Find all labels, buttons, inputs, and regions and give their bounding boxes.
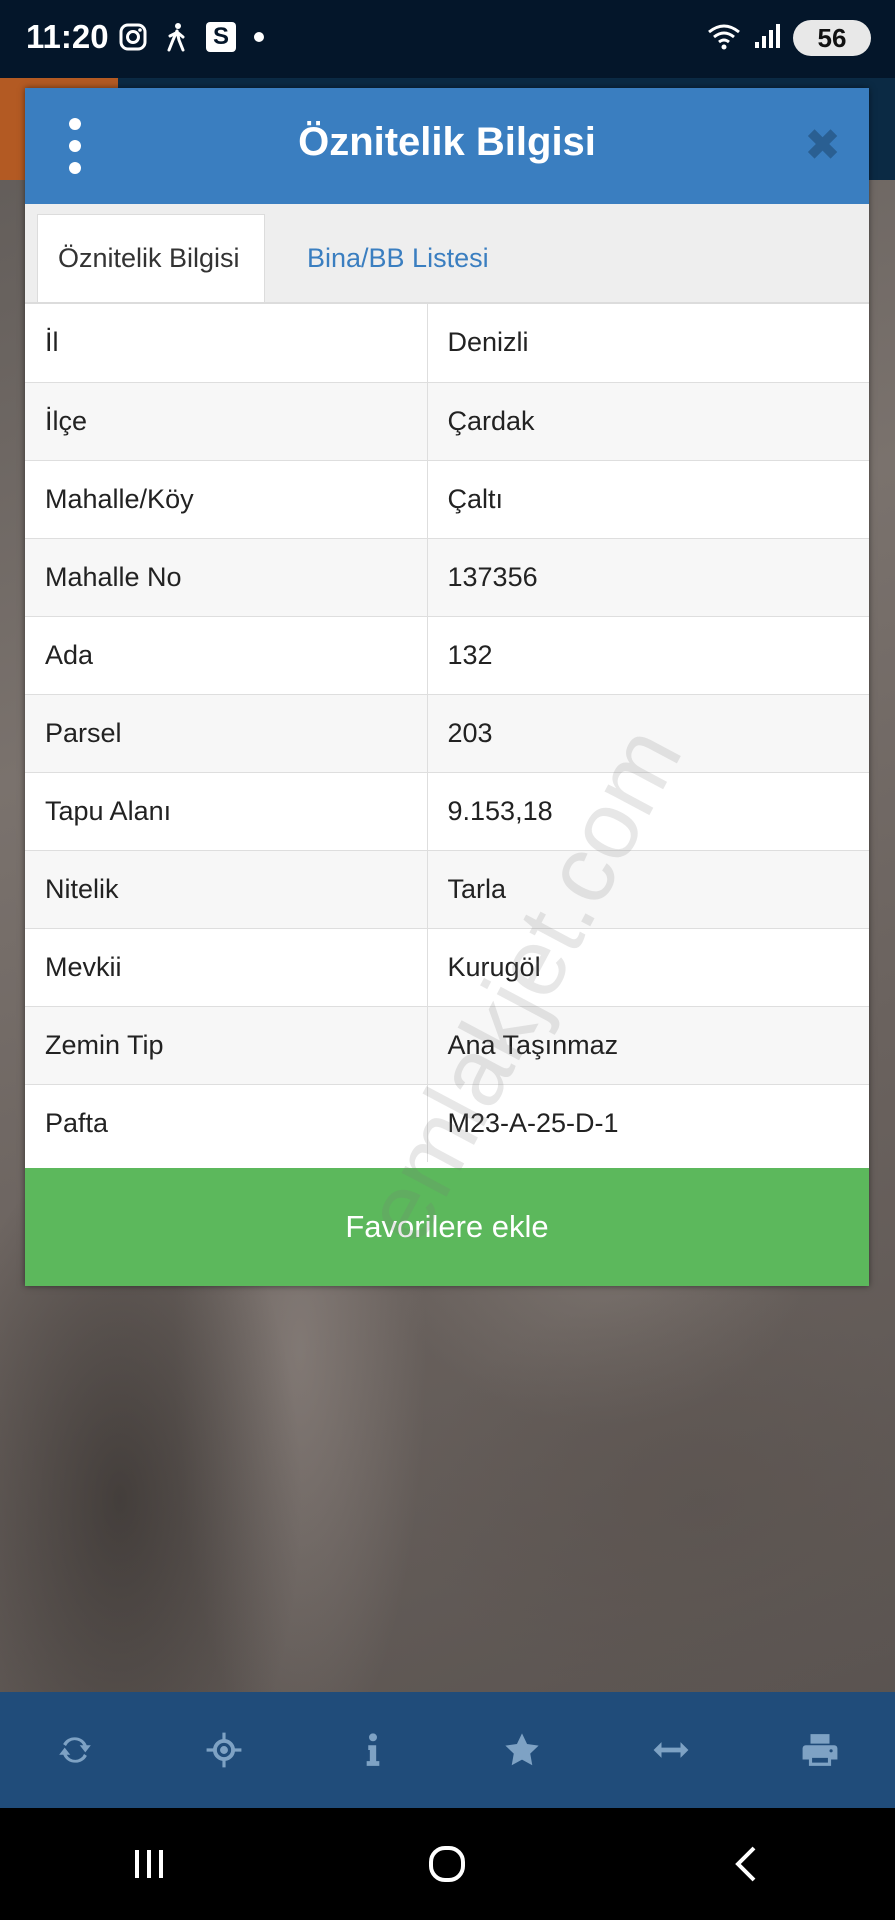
table-row: Mahalle/Köy Çaltı: [25, 459, 869, 538]
table-row: Ada 132: [25, 615, 869, 694]
close-icon[interactable]: ✖: [804, 118, 841, 174]
walking-icon: [162, 22, 192, 52]
status-bar: 11:20 S 56: [0, 0, 895, 78]
wifi-icon: [707, 22, 741, 55]
row-value: 203: [427, 693, 869, 772]
table-row: Nitelik Tarla: [25, 849, 869, 928]
dialog-tabs: Öznitelik Bilgisi Bina/BB Listesi: [25, 204, 869, 304]
row-value: 137356: [427, 537, 869, 616]
row-value: Çardak: [427, 381, 869, 460]
row-key: Tapu Alanı: [25, 771, 428, 850]
instagram-icon: [118, 22, 148, 52]
attribute-table: İl Denizli İlçe Çardak Mahalle/Köy Çaltı Ma…: [25, 304, 869, 1162]
status-left-icons: S: [118, 22, 264, 52]
attribute-info-dialog: Öznitelik Bilgisi ✖ Öznitelik Bilgisi Bi…: [25, 88, 869, 1286]
locate-icon[interactable]: [189, 1715, 259, 1785]
dot-icon: [254, 32, 264, 42]
row-key: Mahalle/Köy: [25, 459, 428, 538]
row-key: Ada: [25, 615, 428, 694]
battery-icon: 56: [793, 20, 871, 56]
row-key: Nitelik: [25, 849, 428, 928]
row-value: Kurugöl: [427, 927, 869, 1006]
row-key: Mahalle No: [25, 537, 428, 616]
table-row: İlçe Çardak: [25, 381, 869, 460]
measure-icon[interactable]: [636, 1715, 706, 1785]
dialog-header: Öznitelik Bilgisi ✖: [25, 88, 869, 204]
table-row: İl Denizli: [25, 304, 869, 382]
s-app-icon: S: [206, 22, 236, 52]
refresh-icon[interactable]: [40, 1715, 110, 1785]
row-key: Parsel: [25, 693, 428, 772]
battery-level: 56: [817, 22, 847, 53]
row-key: Mevkii: [25, 927, 428, 1006]
row-key: Pafta: [25, 1083, 428, 1162]
table-row: Pafta M23-A-25-D-1: [25, 1083, 869, 1162]
table-row: Zemin Tip Ana Taşınmaz: [25, 1005, 869, 1084]
row-value: 132: [427, 615, 869, 694]
row-value: Denizli: [447, 327, 529, 358]
table-row: Tapu Alanı 9.153,18: [25, 771, 869, 850]
info-icon[interactable]: [338, 1715, 408, 1785]
row-value: 9.153,18: [427, 771, 869, 850]
row-value: Tarla: [427, 849, 869, 928]
row-value: Ana Taşınmaz: [427, 1005, 869, 1084]
status-time: 11:20: [26, 18, 109, 55]
row-key: Zemin Tip: [25, 1005, 428, 1084]
home-icon[interactable]: [407, 1824, 487, 1904]
print-icon[interactable]: [785, 1715, 855, 1785]
row-key: İlçe: [25, 381, 428, 460]
dialog-title: Öznitelik Bilgisi: [298, 120, 596, 164]
table-row: Parsel 203: [25, 693, 869, 772]
recent-apps-icon[interactable]: [109, 1824, 189, 1904]
signal-icon: [753, 22, 781, 55]
tab-attribute-info[interactable]: Öznitelik Bilgisi: [37, 214, 265, 302]
add-to-favorites-button[interactable]: Favorilere ekle: [25, 1168, 869, 1286]
table-row: Mevkii Kurugöl: [25, 927, 869, 1006]
row-value: M23-A-25-D-1: [427, 1083, 869, 1162]
row-value: Çaltı: [427, 459, 869, 538]
table-row: Mahalle No 137356: [25, 537, 869, 616]
star-icon[interactable]: [487, 1715, 557, 1785]
status-right-icons: 56: [707, 20, 871, 56]
back-icon[interactable]: [706, 1824, 786, 1904]
bottom-toolbar: [0, 1692, 895, 1808]
row-key: İl: [25, 304, 428, 382]
tab-building-list[interactable]: Bina/BB Listesi: [287, 214, 509, 302]
system-nav-bar: [0, 1808, 895, 1920]
